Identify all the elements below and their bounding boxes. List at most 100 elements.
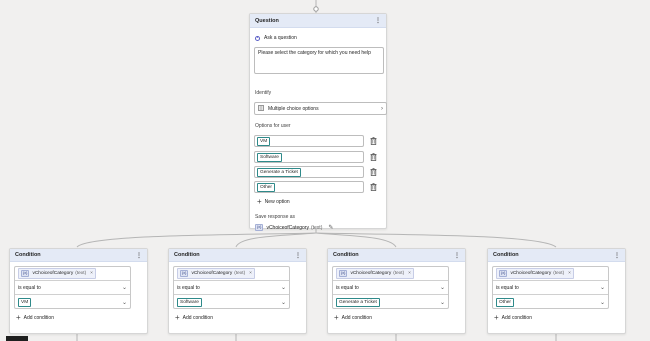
value-select[interactable]: Generate a Ticket ⌄ bbox=[333, 295, 448, 309]
trash-icon[interactable] bbox=[369, 136, 377, 146]
variable-icon: {x} bbox=[21, 270, 30, 277]
condition-box: {x} vChoiceofCategory (text) × is equal … bbox=[492, 266, 609, 309]
trash-icon[interactable] bbox=[369, 182, 377, 192]
variable-type: (text) bbox=[393, 271, 405, 276]
add-condition-button[interactable]: + Add condition bbox=[16, 313, 54, 322]
option-field[interactable]: VM bbox=[254, 135, 364, 147]
option-row: Software bbox=[254, 151, 382, 163]
condition-box: {x} vChoiceofCategory (text) × is equal … bbox=[173, 266, 290, 309]
add-condition-button[interactable]: + Add condition bbox=[494, 313, 532, 322]
condition-node-header: Condition ⋮ bbox=[488, 249, 625, 262]
condition-box: {x} vChoiceofCategory (text) × is equal … bbox=[332, 266, 449, 309]
condition-node-header: Condition ⋮ bbox=[10, 249, 147, 262]
variable-chip[interactable]: {x} vChoiceofCategory (text) × bbox=[18, 268, 96, 279]
trash-icon[interactable] bbox=[369, 152, 377, 162]
question-text-field[interactable]: Please select the category for which you… bbox=[254, 47, 384, 74]
chevron-down-icon: ⌄ bbox=[599, 299, 605, 306]
condition-node[interactable]: Condition ⋮ {x} vChoiceofCategory (text)… bbox=[327, 248, 466, 334]
value-chip: Generate a Ticket bbox=[336, 297, 380, 307]
kebab-icon[interactable]: ⋮ bbox=[614, 252, 620, 259]
option-field[interactable]: Other bbox=[254, 181, 364, 193]
operator-select[interactable]: is equal to ⌄ bbox=[493, 281, 608, 295]
condition-variable-row[interactable]: {x} vChoiceofCategory (text) × bbox=[493, 267, 608, 281]
operator-value: is equal to bbox=[336, 284, 359, 291]
variable-chip[interactable]: {x} vChoiceofCategory (text) × bbox=[336, 268, 414, 279]
option-field[interactable]: Generate a Ticket bbox=[254, 166, 364, 178]
variable-name: vChoiceofCategory bbox=[266, 224, 309, 231]
question-node-title: Question bbox=[255, 17, 279, 24]
add-condition-label: Add condition bbox=[501, 315, 532, 321]
chevron-down-icon: ⌄ bbox=[121, 285, 127, 291]
variable-type: (text) bbox=[553, 271, 565, 276]
pencil-icon[interactable]: ✎ bbox=[328, 224, 333, 231]
kebab-icon[interactable]: ⋮ bbox=[136, 252, 142, 259]
condition-node[interactable]: Condition ⋮ {x} vChoiceofCategory (text)… bbox=[168, 248, 307, 334]
kebab-icon[interactable]: ⋮ bbox=[454, 252, 460, 259]
condition-node-title: Condition bbox=[493, 252, 519, 258]
question-node-header: Question ⋮ bbox=[250, 14, 386, 28]
close-icon[interactable]: × bbox=[90, 271, 93, 276]
option-chip: VM bbox=[257, 136, 271, 146]
condition-node[interactable]: Condition ⋮ {x} vChoiceofCategory (text)… bbox=[9, 248, 148, 334]
add-condition-label: Add condition bbox=[23, 315, 54, 321]
add-condition-label: Add condition bbox=[182, 315, 213, 321]
chevron-right-icon: › bbox=[381, 105, 383, 112]
condition-variable-row[interactable]: {x} vChoiceofCategory (text) × bbox=[15, 267, 130, 281]
variable-chip[interactable]: {x} vChoiceofCategory (text) × bbox=[496, 268, 574, 279]
new-option-button[interactable]: + New option bbox=[257, 198, 290, 206]
identify-value: Multiple choice options bbox=[268, 105, 319, 112]
condition-node-title: Condition bbox=[174, 252, 200, 258]
variable-icon: {x} bbox=[255, 224, 264, 231]
chevron-down-icon: ⌄ bbox=[439, 285, 445, 291]
kebab-icon[interactable]: ⋮ bbox=[295, 252, 301, 259]
ask-question-radio[interactable]: Ask a question bbox=[255, 35, 297, 41]
condition-node[interactable]: Condition ⋮ {x} vChoiceofCategory (text)… bbox=[487, 248, 626, 334]
close-icon[interactable]: × bbox=[568, 271, 571, 276]
condition-node-header: Condition ⋮ bbox=[169, 249, 306, 262]
operator-select[interactable]: is equal to ⌄ bbox=[174, 281, 289, 295]
condition-box: {x} vChoiceofCategory (text) × is equal … bbox=[14, 266, 131, 309]
save-variable[interactable]: {x} vChoiceofCategory (text) ✎ bbox=[255, 224, 333, 231]
variable-type: (text) bbox=[75, 271, 87, 276]
option-row: Other bbox=[254, 181, 382, 193]
question-node[interactable]: Question ⋮ Ask a question Please select … bbox=[249, 13, 387, 231]
condition-node-title: Condition bbox=[333, 252, 359, 258]
new-option-label: New option bbox=[264, 199, 290, 205]
operator-value: is equal to bbox=[177, 284, 200, 291]
plus-icon: + bbox=[334, 313, 339, 322]
add-condition-button[interactable]: + Add condition bbox=[175, 314, 213, 322]
operator-value: is equal to bbox=[18, 284, 41, 291]
option-chip: Software bbox=[257, 152, 282, 162]
option-chip: Other bbox=[257, 182, 275, 192]
value-select[interactable]: Software ⌄ bbox=[174, 295, 289, 309]
condition-variable-row[interactable]: {x} vChoiceofCategory (text) × bbox=[174, 267, 289, 281]
options-label: Options for user bbox=[255, 123, 291, 129]
chevron-down-icon: ⌄ bbox=[439, 299, 445, 306]
variable-name: vChoiceofCategory bbox=[32, 271, 74, 276]
plus-icon: + bbox=[494, 313, 499, 322]
value-select[interactable]: VM ⌄ bbox=[15, 295, 130, 309]
option-field[interactable]: Software bbox=[254, 151, 364, 163]
trash-icon[interactable] bbox=[369, 167, 377, 177]
identify-select[interactable]: Multiple choice options › bbox=[254, 102, 387, 115]
radio-selected-icon bbox=[255, 35, 260, 41]
variable-type: (text) bbox=[234, 271, 246, 276]
identify-label: Identify bbox=[255, 90, 272, 96]
operator-select[interactable]: is equal to ⌄ bbox=[15, 281, 130, 295]
kebab-icon[interactable]: ⋮ bbox=[375, 17, 381, 24]
variable-chip[interactable]: {x} vChoiceofCategory (text) × bbox=[177, 268, 255, 279]
variable-icon: {x} bbox=[499, 270, 508, 277]
option-row: Generate a Ticket bbox=[254, 166, 382, 178]
value-select[interactable]: Other ⌄ bbox=[493, 295, 608, 309]
operator-select[interactable]: is equal to ⌄ bbox=[333, 281, 448, 295]
variable-icon: {x} bbox=[339, 270, 348, 277]
plus-icon: + bbox=[16, 313, 21, 322]
chevron-down-icon: ⌄ bbox=[121, 299, 127, 306]
add-condition-button[interactable]: + Add condition bbox=[334, 313, 372, 322]
variable-name: vChoiceofCategory bbox=[510, 271, 552, 276]
condition-variable-row[interactable]: {x} vChoiceofCategory (text) × bbox=[333, 267, 448, 281]
close-icon[interactable]: × bbox=[249, 271, 252, 276]
close-icon[interactable]: × bbox=[408, 271, 411, 276]
save-response-label: Save response as bbox=[255, 214, 296, 220]
value-chip: VM bbox=[18, 297, 32, 307]
